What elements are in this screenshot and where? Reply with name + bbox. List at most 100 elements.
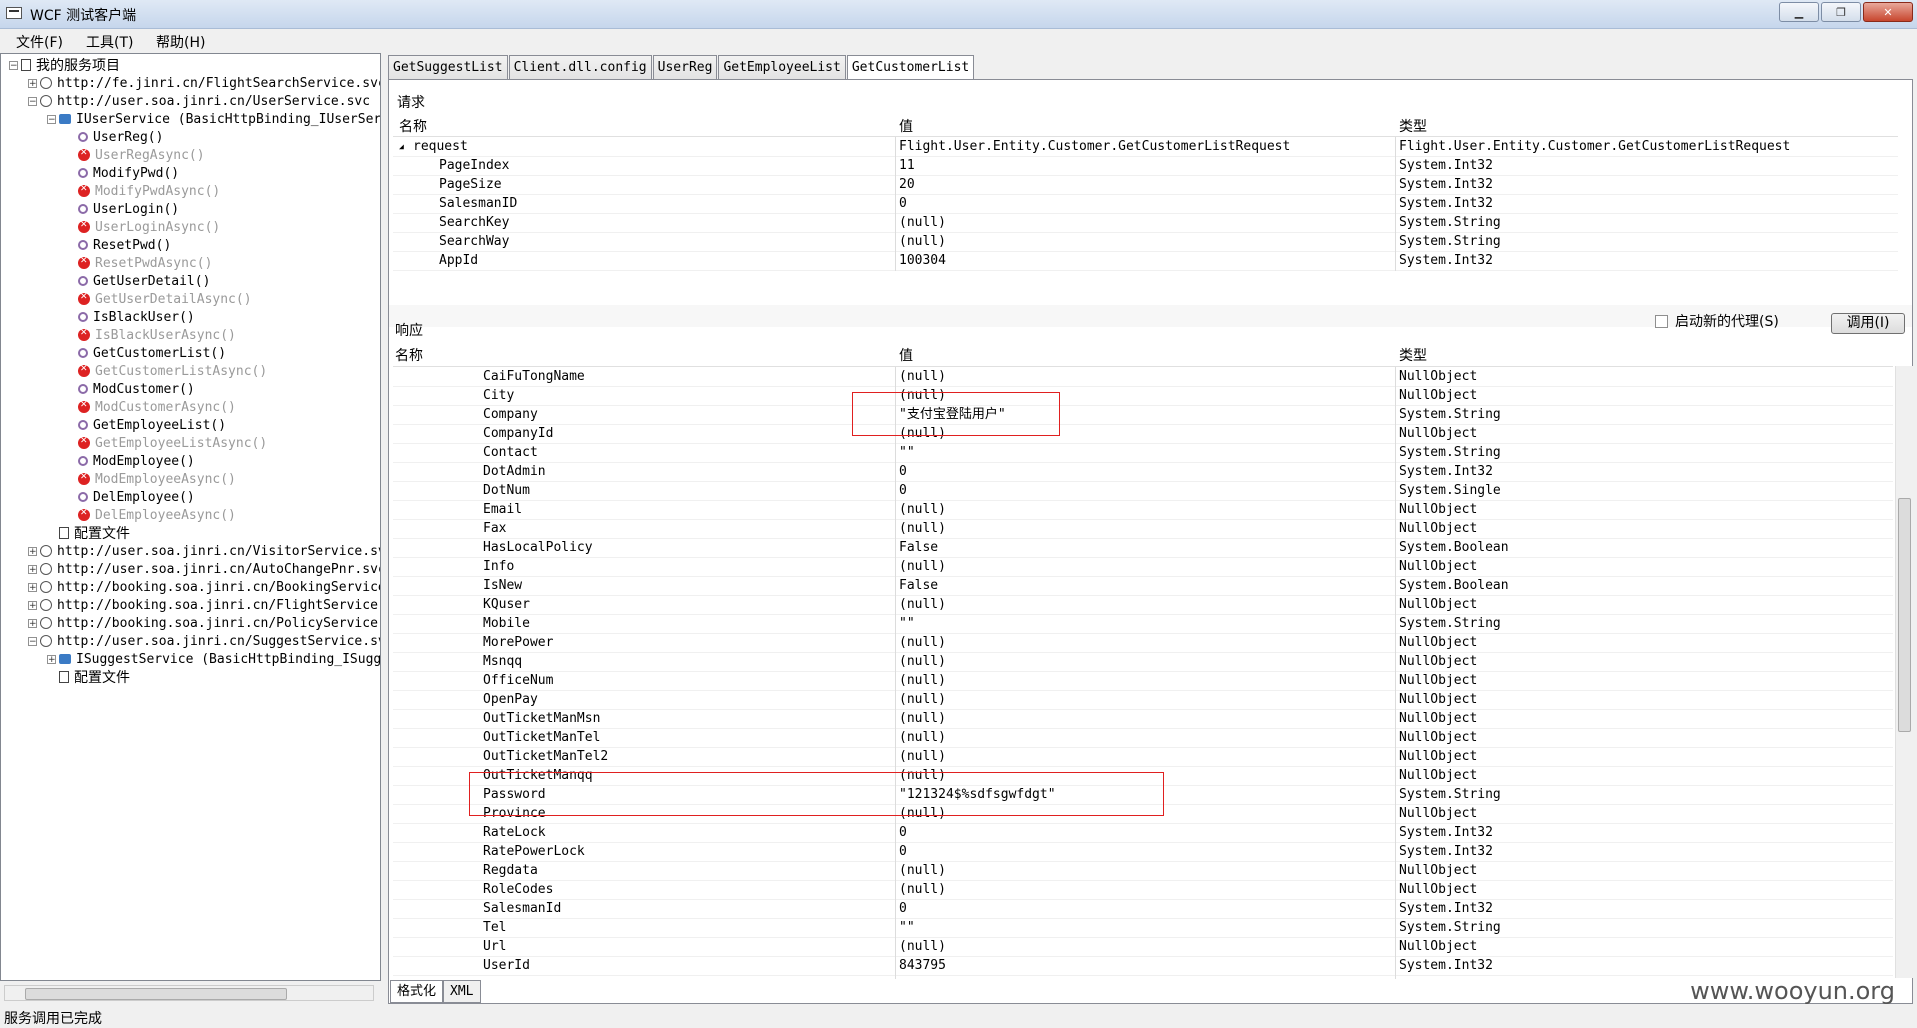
- response-row[interactable]: Company "支付宝登陆用户" System.String: [393, 405, 1893, 425]
- request-value-cell[interactable]: 20: [899, 175, 915, 194]
- tree-node[interactable]: ModCustomerAsync(): [66, 398, 236, 416]
- response-grid[interactable]: CaiFuTongName (null) NullObject City (null) N…: [393, 366, 1893, 979]
- request-row[interactable]: SearchKey (null) System.String: [393, 213, 1898, 233]
- tree-node[interactable]: UserRegAsync(): [66, 146, 205, 164]
- response-value-cell[interactable]: (null): [899, 633, 946, 652]
- response-row[interactable]: DotNum 0 System.Single: [393, 481, 1893, 501]
- response-row[interactable]: CompanyId (null) NullObject: [393, 424, 1893, 444]
- expand-icon[interactable]: +: [28, 546, 37, 556]
- tree-node[interactable]: ModifyPwd(): [66, 164, 179, 182]
- collapse-arrow-icon[interactable]: ◢: [399, 137, 404, 156]
- response-value-cell[interactable]: (null): [899, 690, 946, 709]
- response-row[interactable]: Fax (null) NullObject: [393, 519, 1893, 539]
- response-value-cell[interactable]: "": [899, 614, 915, 633]
- expand-icon[interactable]: +: [28, 564, 37, 574]
- tree-node[interactable]: GetCustomerList(): [66, 344, 226, 362]
- response-row[interactable]: IsNew False System.Boolean: [393, 576, 1893, 596]
- tree-node[interactable]: − IUserService (BasicHttpBinding_IUserSer…: [47, 110, 380, 128]
- service-tree[interactable]: − 我的服务项目 + http://fe.jinri.cn/FlightSearchS…: [0, 53, 381, 981]
- tree-node[interactable]: GetUserDetail(): [66, 272, 210, 290]
- response-vertical-scrollbar[interactable]: [1895, 366, 1913, 978]
- scroll-thumb[interactable]: [25, 988, 287, 1000]
- menu-help[interactable]: 帮助(H): [156, 32, 205, 52]
- tree-node[interactable]: DelEmployeeAsync(): [66, 506, 236, 524]
- tree-node[interactable]: + http://booking.soa.jinri.cn/PolicyServi…: [28, 614, 380, 632]
- tree-node[interactable]: IsBlackUser(): [66, 308, 195, 326]
- request-row[interactable]: request Flight.User.Entity.Customer.GetCu…: [393, 137, 1898, 157]
- response-row[interactable]: OutTicketManTel2 (null) NullObject: [393, 747, 1893, 767]
- response-value-cell[interactable]: 843795: [899, 956, 946, 975]
- tree-node[interactable]: + ISuggestService (BasicHttpBinding_ISugg…: [47, 650, 380, 668]
- tree-node[interactable]: ModCustomer(): [66, 380, 195, 398]
- request-value-cell[interactable]: 100304: [899, 251, 946, 270]
- tab-client-dll-config[interactable]: Client.dll.config: [508, 55, 652, 79]
- tree-node[interactable]: ModifyPwdAsync(): [66, 182, 220, 200]
- response-value-cell[interactable]: 0: [899, 842, 907, 861]
- response-value-cell[interactable]: (null): [899, 652, 946, 671]
- response-value-cell[interactable]: False: [899, 538, 938, 557]
- tree-node[interactable]: ResetPwdAsync(): [66, 254, 212, 272]
- response-row[interactable]: Url (null) NullObject: [393, 937, 1893, 957]
- response-row[interactable]: SalesmanId 0 System.Int32: [393, 899, 1893, 919]
- response-value-cell[interactable]: (null): [899, 709, 946, 728]
- response-value-cell[interactable]: (null): [899, 671, 946, 690]
- request-row[interactable]: PageSize 20 System.Int32: [393, 175, 1898, 195]
- tree-node[interactable]: ResetPwd(): [66, 236, 171, 254]
- response-row[interactable]: UserId 843795 System.Int32: [393, 956, 1893, 976]
- response-value-cell[interactable]: (null): [899, 367, 946, 386]
- tree-node[interactable]: UserLogin(): [66, 200, 179, 218]
- response-value-cell[interactable]: False: [899, 576, 938, 595]
- tab-formatted[interactable]: 格式化: [390, 980, 444, 1003]
- tab-xml[interactable]: XML: [443, 980, 481, 1003]
- tree-node[interactable]: GetEmployeeList(): [66, 416, 226, 434]
- response-row[interactable]: KQuser (null) NullObject: [393, 595, 1893, 615]
- response-value-cell[interactable]: (null): [899, 728, 946, 747]
- request-value-cell[interactable]: 11: [899, 156, 915, 175]
- invoke-button[interactable]: 调用(I): [1831, 313, 1905, 334]
- response-row[interactable]: Mobile "" System.String: [393, 614, 1893, 634]
- menu-file[interactable]: 文件(F): [16, 32, 63, 52]
- tree-node[interactable]: − 我的服务项目: [9, 56, 120, 74]
- tree-node[interactable]: GetCustomerListAsync(): [66, 362, 267, 380]
- tree-node[interactable]: GetUserDetailAsync(): [66, 290, 252, 308]
- expand-icon[interactable]: +: [28, 78, 37, 88]
- tree-node[interactable]: ModEmployee(): [66, 452, 195, 470]
- response-value-cell[interactable]: (null): [899, 500, 946, 519]
- tab-userreg[interactable]: UserReg: [652, 55, 718, 79]
- response-row[interactable]: Email (null) NullObject: [393, 500, 1893, 520]
- response-row[interactable]: HasLocalPolicy False System.Boolean: [393, 538, 1893, 558]
- request-grid[interactable]: request Flight.User.Entity.Customer.GetCu…: [393, 136, 1898, 271]
- response-value-cell[interactable]: "": [899, 918, 915, 937]
- scroll-thumb[interactable]: [1898, 498, 1911, 732]
- new-proxy-checkbox[interactable]: [1655, 315, 1668, 328]
- request-value-cell[interactable]: (null): [899, 213, 946, 232]
- response-value-cell[interactable]: (null): [899, 595, 946, 614]
- response-row[interactable]: OpenPay (null) NullObject: [393, 690, 1893, 710]
- tab-getcustomerlist[interactable]: GetCustomerList: [846, 55, 975, 80]
- response-value-cell[interactable]: (null): [899, 557, 946, 576]
- request-value-cell[interactable]: (null): [899, 232, 946, 251]
- expand-icon[interactable]: +: [28, 600, 37, 610]
- tab-getsuggestlist[interactable]: GetSuggestList: [388, 55, 508, 79]
- maximize-button[interactable]: ❐: [1821, 2, 1861, 22]
- response-row[interactable]: City (null) NullObject: [393, 386, 1893, 406]
- response-value-cell[interactable]: 0: [899, 899, 907, 918]
- tree-node[interactable]: 配置文件: [47, 524, 130, 542]
- close-button[interactable]: ✕: [1863, 2, 1913, 22]
- response-row[interactable]: Regdata (null) NullObject: [393, 861, 1893, 881]
- tree-horizontal-scrollbar[interactable]: [4, 985, 374, 1001]
- expand-icon[interactable]: +: [28, 582, 37, 592]
- menu-tools[interactable]: 工具(T): [86, 32, 133, 52]
- response-row[interactable]: DotAdmin 0 System.Int32: [393, 462, 1893, 482]
- response-value-cell[interactable]: "": [899, 443, 915, 462]
- tree-node[interactable]: 配置文件: [47, 668, 130, 686]
- tree-node[interactable]: + http://user.soa.jinri.cn/AutoChangePnr.…: [28, 560, 380, 578]
- request-value-cell[interactable]: 0: [899, 194, 907, 213]
- tree-node[interactable]: − http://user.soa.jinri.cn/SuggestService…: [28, 632, 380, 650]
- collapse-icon[interactable]: −: [9, 60, 18, 70]
- collapse-icon[interactable]: −: [28, 636, 37, 646]
- tree-node[interactable]: ModEmployeeAsync(): [66, 470, 236, 488]
- tree-node[interactable]: IsBlackUserAsync(): [66, 326, 236, 344]
- response-value-cell[interactable]: 0: [899, 462, 907, 481]
- tree-node[interactable]: DelEmployee(): [66, 488, 195, 506]
